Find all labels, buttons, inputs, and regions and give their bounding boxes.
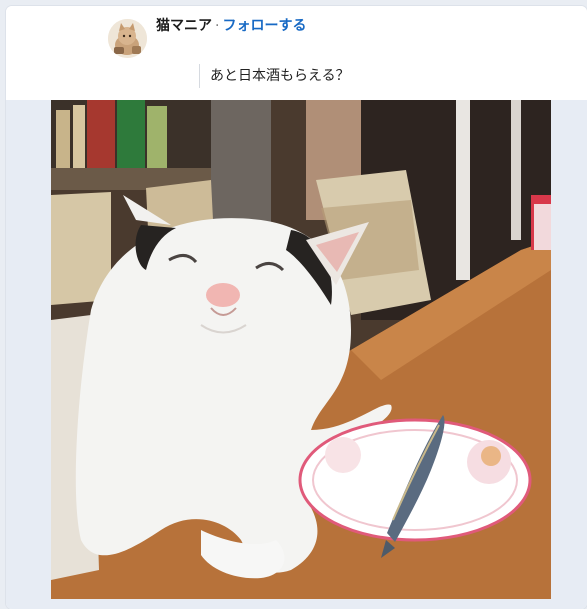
author-name[interactable]: 猫マニア: [156, 18, 212, 34]
post-header: 猫マニア · フォローする あと日本酒もらえる？: [6, 6, 587, 100]
cat-avatar-icon: [108, 19, 147, 58]
author-avatar[interactable]: [108, 19, 147, 58]
post-photo[interactable]: [51, 100, 551, 599]
cat-photo-icon: [51, 100, 551, 599]
post-text: あと日本酒もらえる？: [199, 64, 350, 88]
follow-button[interactable]: フォローする: [222, 18, 306, 34]
name-separator: ·: [215, 18, 220, 34]
author-line: 猫マニア · フォローする: [156, 17, 306, 35]
post-card: 猫マニア · フォローする あと日本酒もらえる？: [6, 6, 587, 609]
